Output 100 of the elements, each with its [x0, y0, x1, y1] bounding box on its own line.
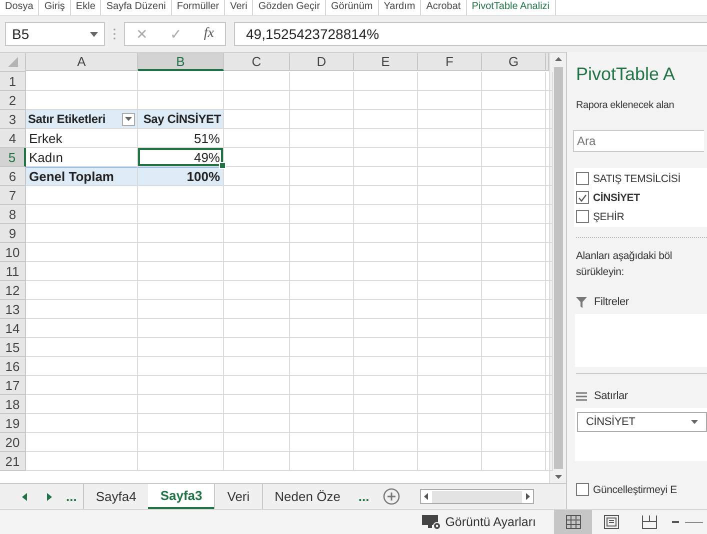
- left-arrow-icon[interactable]: [22, 492, 27, 500]
- row-header[interactable]: 17: [0, 376, 26, 395]
- checkbox[interactable]: [576, 172, 589, 185]
- ribbon-tab[interactable]: Gözden Geçir: [253, 0, 326, 15]
- empty-cell: [482, 186, 546, 205]
- fill-handle[interactable]: [219, 162, 226, 169]
- view-button[interactable]: [554, 510, 592, 534]
- row-header[interactable]: 20: [0, 433, 26, 452]
- empty-cell: [418, 224, 482, 243]
- sheet-tab[interactable]: Sayfa3: [148, 484, 214, 509]
- right-arrow-icon[interactable]: [526, 493, 530, 500]
- empty-cell: [224, 452, 290, 471]
- insert-function-button[interactable]: fx: [204, 26, 214, 42]
- up-arrow-icon[interactable]: [554, 57, 562, 61]
- checkbox-label: Güncelleştirmeyi E: [593, 484, 677, 496]
- column-header[interactable]: G: [482, 53, 546, 71]
- caret-icon: [125, 117, 132, 121]
- row-header[interactable]: 3: [0, 110, 26, 129]
- empty-cell: [418, 129, 482, 148]
- row-header[interactable]: 15: [0, 338, 26, 357]
- display-settings-label[interactable]: Görüntü Ayarları: [445, 515, 536, 529]
- column-header[interactable]: B: [138, 53, 224, 71]
- field-label: CİNSİYET: [586, 416, 636, 428]
- empty-cell: [290, 129, 354, 148]
- empty-cell: [224, 91, 290, 110]
- ribbon-tab[interactable]: Veri: [225, 0, 254, 15]
- row-header[interactable]: 4: [0, 129, 26, 148]
- checkbox[interactable]: [576, 210, 589, 223]
- left-arrow-icon[interactable]: [424, 493, 428, 500]
- empty-cell: [482, 129, 546, 148]
- empty-cell: [354, 186, 418, 205]
- pane-title: PivotTable A: [576, 64, 676, 85]
- column-header[interactable]: A: [26, 53, 138, 71]
- ribbon-tab[interactable]: Görünüm: [326, 0, 379, 15]
- name-box[interactable]: B5: [5, 22, 105, 46]
- row-header[interactable]: 9: [0, 224, 26, 243]
- empty-cell: [290, 395, 354, 414]
- checkbox[interactable]: [576, 191, 589, 204]
- row-header[interactable]: 5: [0, 148, 26, 167]
- empty-cell: [290, 243, 354, 262]
- formula-input[interactable]: 49,1525423728814%: [234, 22, 707, 46]
- column-header[interactable]: C: [224, 53, 290, 71]
- search-field[interactable]: Ara: [573, 130, 704, 152]
- right-arrow-icon[interactable]: [47, 492, 52, 500]
- row-header[interactable]: 6: [0, 167, 26, 186]
- row-header[interactable]: 19: [0, 414, 26, 433]
- more-sheets-button[interactable]: ...: [352, 484, 376, 509]
- ribbon-tab[interactable]: PivotTable Analizi: [466, 0, 556, 15]
- empty-cell: [290, 72, 354, 91]
- row-header[interactable]: 10: [0, 243, 26, 262]
- empty-cell: [290, 300, 354, 319]
- row-header[interactable]: 14: [0, 319, 26, 338]
- pane-subtitle: Rapora eklenecek alan: [576, 100, 676, 111]
- empty-cell: [354, 91, 418, 110]
- row-header[interactable]: 13: [0, 300, 26, 319]
- row-header[interactable]: 12: [0, 281, 26, 300]
- empty-cell: [354, 110, 418, 129]
- row-header[interactable]: 11: [0, 262, 26, 281]
- empty-cell: [418, 414, 482, 433]
- filter-dropdown-button[interactable]: [122, 112, 135, 126]
- empty-cell: [224, 300, 290, 319]
- column-header[interactable]: E: [354, 53, 418, 71]
- row-header[interactable]: 8: [0, 205, 26, 224]
- scrollbar-thumb[interactable]: [554, 67, 562, 469]
- ribbon-tab[interactable]: Formüller: [172, 0, 226, 15]
- row-header[interactable]: 2: [0, 91, 26, 110]
- row-header[interactable]: 7: [0, 186, 26, 205]
- empty-cell: [482, 91, 546, 110]
- ribbon-tab[interactable]: Dosya: [0, 0, 40, 15]
- ribbon-tab[interactable]: Giriş: [39, 0, 71, 15]
- row-header[interactable]: 21: [0, 452, 26, 471]
- empty-cell: [224, 129, 290, 148]
- empty-cell: [418, 319, 482, 338]
- row-header[interactable]: 18: [0, 395, 26, 414]
- more-sheets-button[interactable]: ...: [60, 484, 83, 509]
- page-layout-view-icon: [604, 515, 618, 529]
- column-header[interactable]: D: [290, 53, 354, 71]
- empty-cell: [290, 357, 354, 376]
- area-field-item[interactable]: CİNSİYET: [577, 412, 707, 432]
- caret-icon: [90, 32, 98, 36]
- ribbon-tab[interactable]: Sayfa Düzeni: [101, 0, 172, 15]
- rows-icon: [576, 392, 587, 400]
- row-header[interactable]: 16: [0, 357, 26, 376]
- empty-cell: [418, 167, 482, 186]
- ribbon-tab[interactable]: Ekle: [70, 0, 102, 15]
- row-header[interactable]: 1: [0, 72, 26, 91]
- ribbon-tab[interactable]: Acrobat: [421, 0, 467, 15]
- down-arrow-icon[interactable]: [554, 475, 562, 479]
- checkbox[interactable]: [576, 483, 589, 496]
- table-cell: 51%: [138, 129, 224, 148]
- empty-cell: [418, 357, 482, 376]
- scrollbar-thumb[interactable]: [432, 490, 522, 502]
- column-header[interactable]: F: [418, 53, 482, 71]
- empty-cell: [418, 395, 482, 414]
- empty-cell: [290, 205, 354, 224]
- vertical-scrollbar[interactable]: [549, 53, 566, 483]
- ribbon-tab[interactable]: Yardım: [378, 0, 422, 15]
- add-sheet-icon[interactable]: [383, 488, 400, 505]
- horizontal-scrollbar[interactable]: [420, 489, 534, 504]
- field-label: ŞEHİR: [593, 210, 624, 222]
